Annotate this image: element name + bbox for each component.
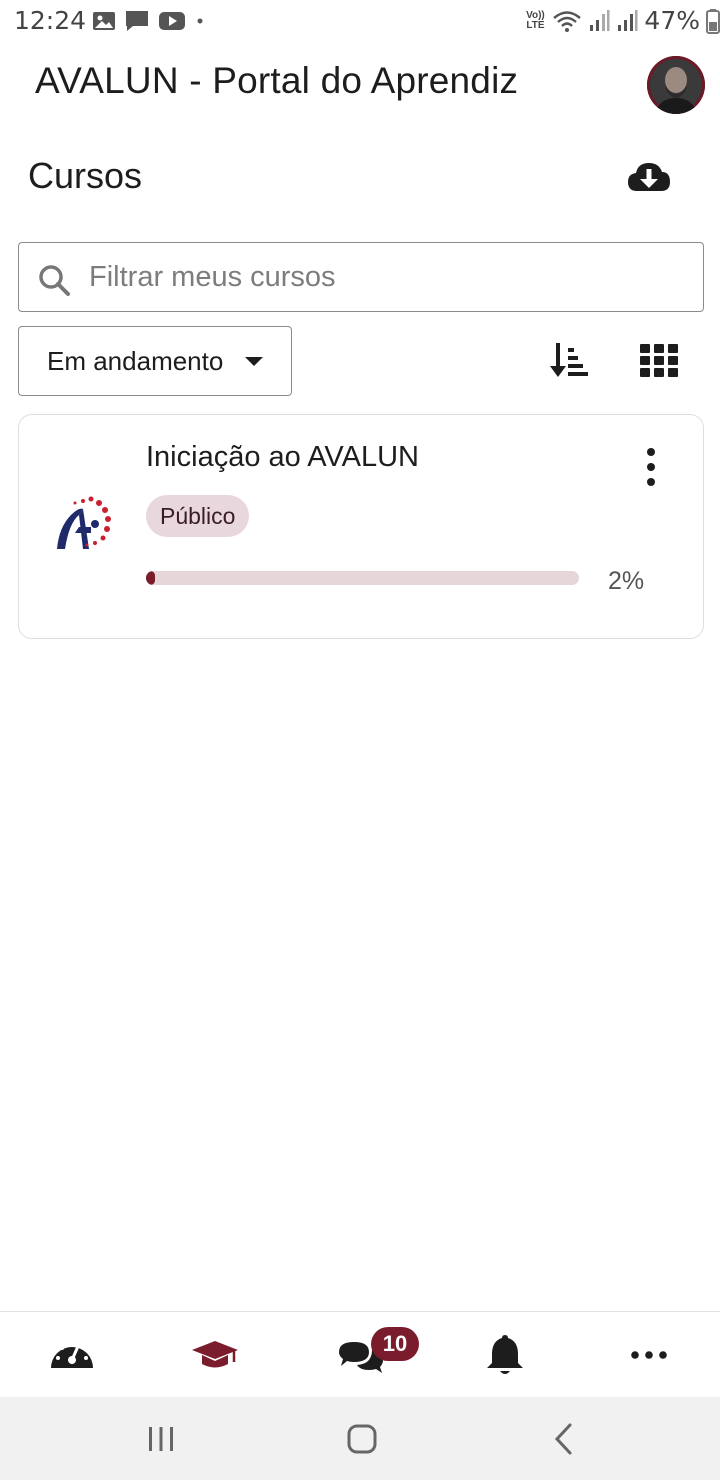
- status-bar: 12:24 Vo)) LTE 47%: [0, 0, 720, 44]
- system-navigation-bar: [0, 1397, 720, 1480]
- filter-selected-label: Em andamento: [47, 346, 224, 376]
- tab-dashboard[interactable]: [47, 1330, 97, 1380]
- lte-label: LTE: [526, 19, 545, 31]
- view-mode-button[interactable]: [638, 342, 680, 380]
- status-notification-icons: [92, 9, 206, 33]
- course-card[interactable]: Iniciação ao AVALUN Público 2%: [18, 414, 704, 639]
- user-avatar[interactable]: [647, 56, 705, 114]
- visibility-badge: Público: [146, 495, 250, 537]
- search-input[interactable]: [89, 257, 679, 297]
- cloud-download-icon: [628, 163, 670, 191]
- dot-icon: [197, 18, 203, 24]
- battery-percent: 47%: [644, 6, 700, 35]
- status-time: 12:24: [14, 6, 87, 35]
- signal-icon: [618, 9, 638, 31]
- tab-notifications[interactable]: [480, 1330, 530, 1380]
- home-icon: [347, 1424, 377, 1454]
- app-title: AVALUN - Portal do Aprendiz: [35, 60, 519, 101]
- course-logo-icon: [57, 496, 111, 549]
- course-options-button[interactable]: [639, 445, 663, 489]
- page-title: Cursos: [28, 155, 143, 196]
- search-field[interactable]: [18, 242, 704, 312]
- volte-label: Vo)): [526, 9, 545, 21]
- more-vertical-icon: [647, 448, 655, 486]
- image-icon: [93, 12, 115, 30]
- messages-count-badge: 10: [371, 1327, 419, 1361]
- tab-more[interactable]: [624, 1330, 674, 1380]
- home-button[interactable]: [342, 1419, 382, 1459]
- wifi-icon: [553, 10, 582, 32]
- bottom-tab-bar: 10: [0, 1311, 720, 1397]
- search-icon: [39, 265, 70, 296]
- grid-view-icon: [640, 344, 678, 377]
- back-icon: [554, 1423, 572, 1455]
- course-progress-bar: [146, 571, 579, 585]
- avatar-icon: [647, 56, 705, 114]
- tab-courses[interactable]: [190, 1330, 240, 1380]
- graduation-cap-icon: [192, 1341, 238, 1368]
- sort-icon: [550, 343, 588, 377]
- message-icon: [126, 11, 148, 31]
- download-courses-button[interactable]: [625, 155, 673, 199]
- course-status-filter[interactable]: Em andamento: [18, 326, 292, 396]
- recent-apps-icon: [149, 1427, 173, 1451]
- course-title[interactable]: Iniciação ao AVALUN: [146, 441, 419, 474]
- course-progress-label: 2%: [608, 567, 645, 595]
- more-horizontal-icon: [631, 1351, 667, 1359]
- chevron-down-icon: [245, 357, 263, 366]
- signal-icon: [590, 9, 610, 31]
- recent-apps-button[interactable]: [141, 1419, 181, 1459]
- sort-button[interactable]: [548, 340, 592, 382]
- course-progress-fill: [146, 571, 155, 585]
- bell-icon: [487, 1335, 523, 1374]
- volte-indicator: Vo)) LTE: [524, 9, 546, 31]
- back-button[interactable]: [544, 1419, 584, 1459]
- youtube-icon: [159, 12, 185, 30]
- battery-icon: [706, 8, 720, 34]
- dashboard-icon: [51, 1341, 93, 1368]
- status-system-icons: Vo)) LTE 47%: [524, 6, 720, 35]
